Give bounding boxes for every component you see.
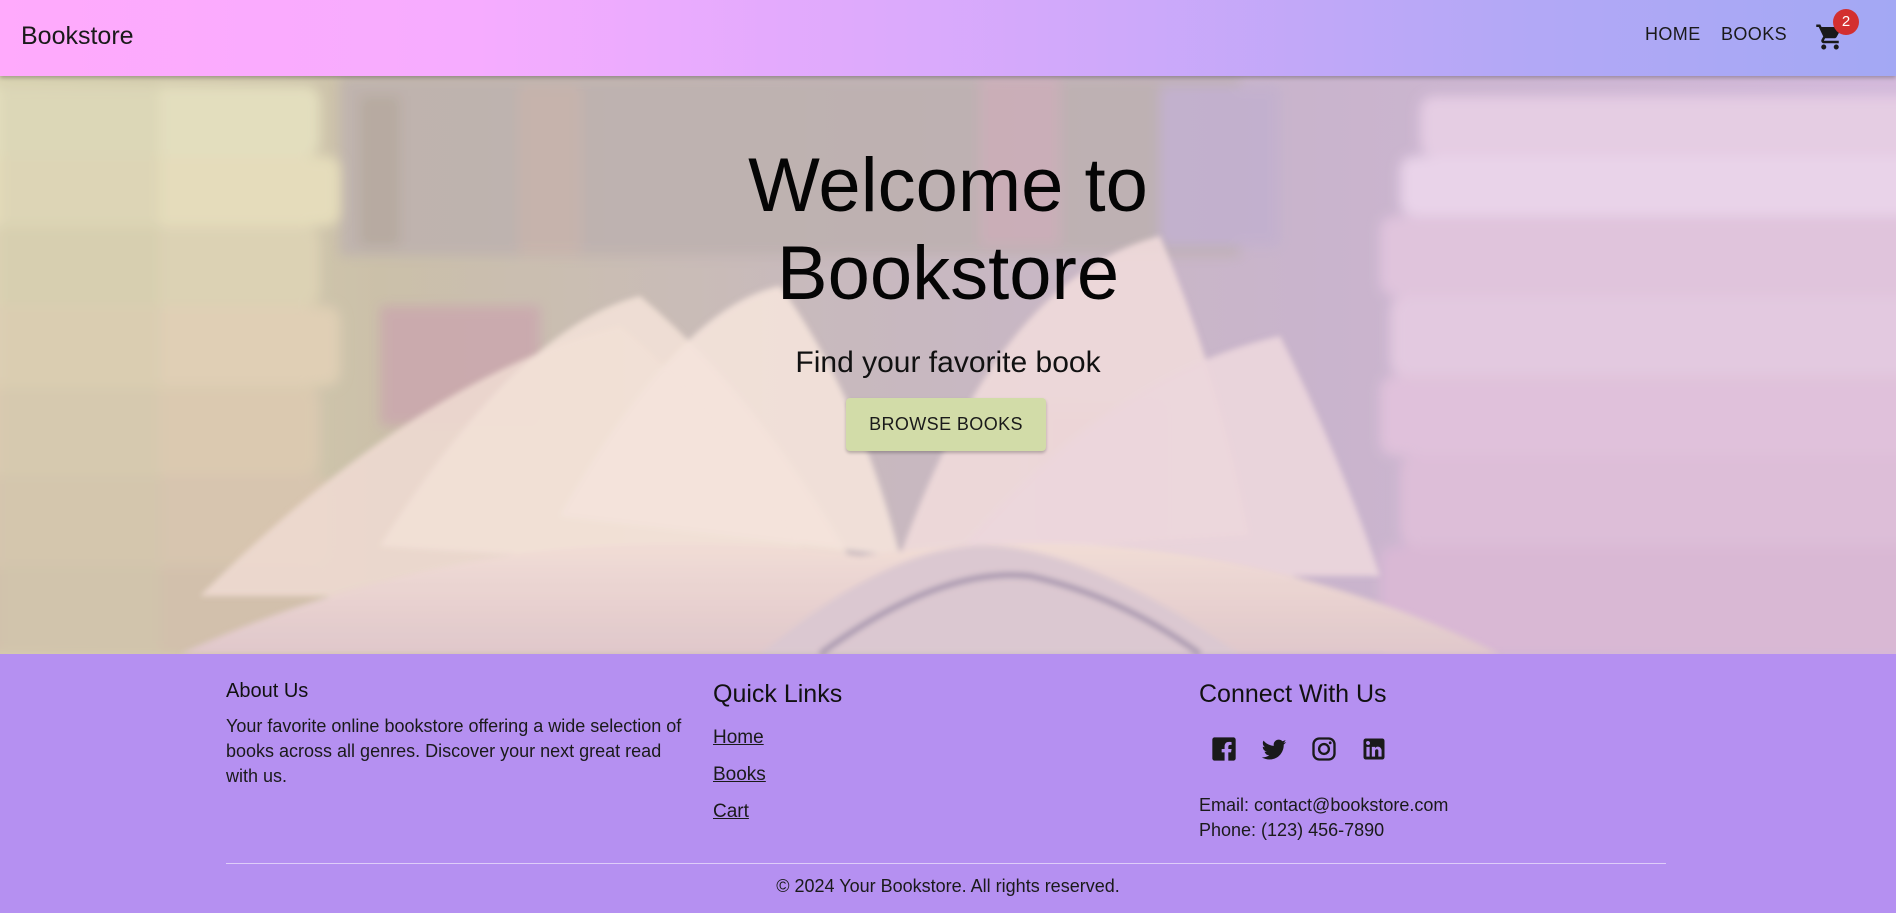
hero-subtitle: Find your favorite book	[795, 346, 1101, 379]
brand-title[interactable]: Bookstore	[21, 20, 134, 52]
cart-button[interactable]: 2	[1812, 9, 1859, 54]
cart-count-badge: 2	[1833, 9, 1859, 35]
facebook-button[interactable]	[1207, 732, 1241, 766]
twitter-icon	[1261, 739, 1287, 760]
instagram-icon	[1312, 737, 1336, 761]
facebook-icon	[1212, 737, 1236, 761]
about-us-heading: About Us	[226, 680, 309, 702]
linkedin-button[interactable]	[1357, 732, 1391, 766]
app-bar: Bookstore HOME BOOKS 2	[0, 0, 1896, 76]
instagram-button[interactable]	[1307, 732, 1341, 766]
footer: About Us Your favorite online bookstore …	[0, 654, 1896, 913]
nav-home-link[interactable]: HOME	[1645, 24, 1701, 45]
copyright-text: © 2024 Your Bookstore. All rights reserv…	[776, 876, 1120, 896]
browse-books-button[interactable]: BROWSE BOOKS	[846, 398, 1046, 451]
about-us-text: Your favorite online bookstore offering …	[226, 716, 682, 786]
contact-phone: Phone: (123) 456-7890	[1199, 820, 1385, 840]
contact-email: Email: contact@bookstore.com	[1199, 795, 1449, 815]
hero-title: Welcome to Bookstore	[748, 143, 1148, 316]
hero-section: Welcome to Bookstore Find your favorite …	[0, 76, 1896, 654]
footer-link-cart[interactable]: Cart	[713, 801, 749, 823]
footer-divider	[226, 863, 1666, 864]
linkedin-icon	[1363, 738, 1385, 760]
twitter-button[interactable]	[1257, 732, 1291, 766]
footer-link-home[interactable]: Home	[713, 727, 764, 749]
footer-link-books[interactable]: Books	[713, 764, 766, 786]
nav-books-link[interactable]: BOOKS	[1721, 24, 1787, 45]
connect-heading: Connect With Us	[1199, 680, 1387, 708]
quick-links-heading: Quick Links	[713, 680, 843, 708]
